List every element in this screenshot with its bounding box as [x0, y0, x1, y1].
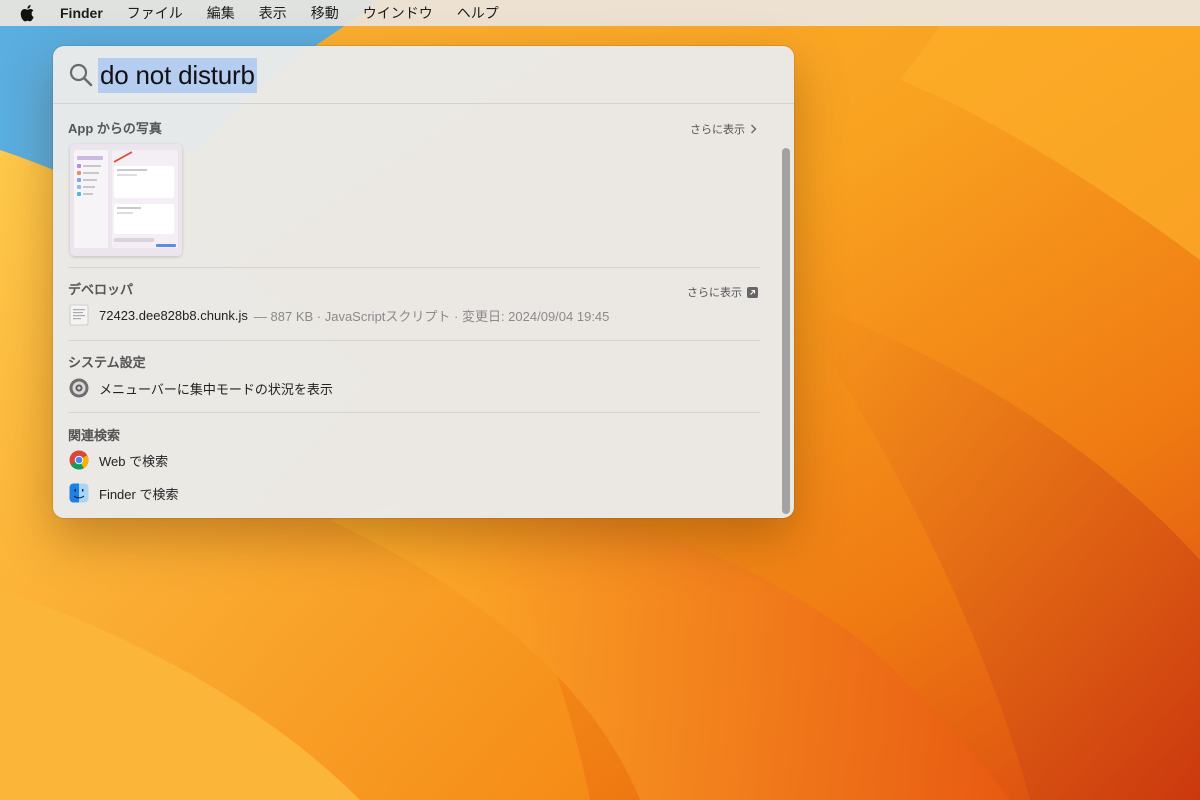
photo-thumbnail[interactable]	[70, 144, 182, 256]
photos-more-link[interactable]: さらに表示	[690, 121, 757, 137]
section-divider	[68, 267, 760, 268]
result-row-file[interactable]: 72423.dee828b8.chunk.js — 887 KB · JavaS…	[68, 303, 609, 327]
result-row-web-search[interactable]: Web で検索	[68, 448, 168, 472]
menu-edit[interactable]: 編集	[207, 3, 235, 23]
chevron-right-icon	[750, 122, 757, 137]
settings-item-label: メニューバーに集中モードの状況を表示	[99, 381, 333, 397]
section-title-developer: デベロッパ	[68, 282, 134, 297]
section-divider	[68, 412, 760, 413]
developer-more-label: さらに表示	[687, 287, 742, 299]
section-divider	[68, 340, 760, 341]
menu-go[interactable]: 移動	[311, 3, 339, 23]
web-search-label: Web で検索	[99, 453, 169, 469]
section-title-photos: App からの写真	[68, 121, 162, 136]
photos-more-label: さらに表示	[690, 124, 745, 136]
search-icon	[68, 62, 94, 88]
developer-more-link[interactable]: さらに表示	[687, 284, 758, 300]
scrollbar[interactable]	[782, 148, 790, 514]
section-title-system-settings: システム設定	[68, 355, 146, 370]
finder-search-label: Finder で検索	[99, 486, 179, 502]
spotlight-panel: do not disturb App からの写真 さらに表示 デベロッパ さらに…	[53, 46, 794, 518]
apple-icon[interactable]	[20, 4, 38, 22]
chrome-icon	[68, 449, 90, 471]
search-row: do not disturb	[53, 46, 794, 104]
file-name: 72423.dee828b8.chunk.js	[99, 307, 248, 323]
menu-help[interactable]: ヘルプ	[457, 3, 499, 23]
menu-app-finder[interactable]: Finder	[60, 5, 103, 21]
finder-icon	[68, 482, 90, 504]
document-icon	[68, 304, 90, 326]
section-title-related: 関連検索	[68, 428, 121, 443]
menu-view[interactable]: 表示	[259, 3, 287, 23]
menu-bar: Finder ファイル 編集 表示 移動 ウインドウ ヘルプ	[0, 0, 1200, 26]
settings-gear-icon	[68, 377, 90, 399]
menu-window[interactable]: ウインドウ	[363, 3, 433, 23]
open-arrow-icon	[747, 286, 758, 298]
search-input[interactable]: do not disturb	[98, 57, 257, 93]
search-divider	[53, 103, 794, 104]
result-row-settings[interactable]: メニューバーに集中モードの状況を表示	[68, 376, 333, 400]
result-row-finder-search[interactable]: Finder で検索	[68, 481, 178, 505]
file-meta: — 887 KB · JavaScriptスクリプト · 変更日: 2024/0…	[253, 308, 610, 324]
menu-file[interactable]: ファイル	[127, 3, 183, 23]
